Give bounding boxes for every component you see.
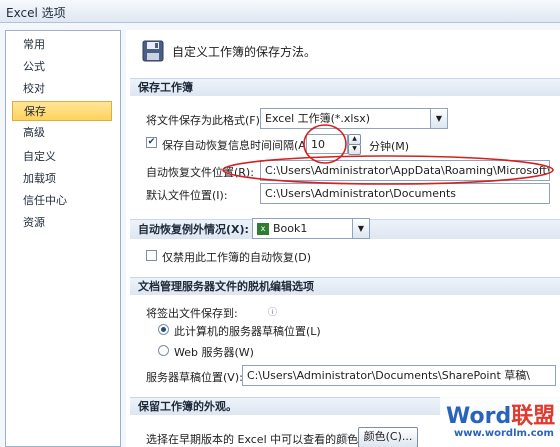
excel-workbook-icon: x (257, 223, 269, 235)
radio-web-server[interactable] (158, 345, 169, 356)
exceptions-workbook-value: Book1 (273, 222, 308, 235)
section-offline-editing: 文档管理服务器文件的脱机编辑选项 (130, 277, 560, 295)
sidebar-item-trust-center[interactable]: 信任中心 (12, 191, 112, 211)
info-icon: ⓘ (268, 308, 278, 318)
exceptions-title: 自动恢复例外情况(X): (138, 223, 249, 236)
sidebar-item-proofing[interactable]: 校对 (12, 79, 112, 99)
watermark-brand-a: Word (446, 404, 512, 429)
sidebar-item-general[interactable]: 常用 (12, 35, 112, 55)
chevron-down-icon: ▼ (352, 219, 369, 238)
sidebar-item-resources[interactable]: 资源 (12, 213, 112, 233)
sidebar-item-addins[interactable]: 加载项 (12, 169, 112, 189)
sidebar-item-formulas[interactable]: 公式 (12, 57, 112, 77)
annotation-overlay (222, 124, 554, 185)
drafts-location-label: 服务器草稿位置(V): (146, 371, 243, 384)
drafts-location-input[interactable]: C:\Users\Administrator\Documents\SharePo… (242, 365, 556, 386)
disable-autorecover-checkbox[interactable] (146, 250, 157, 261)
radio-web-server-label: Web 服务器(W) (174, 346, 254, 359)
radio-local-drafts-label: 此计算机的服务器草稿位置(L) (174, 325, 321, 338)
exceptions-workbook-select[interactable]: x Book1 ▼ (252, 218, 370, 239)
title-bar: Excel 选项 (0, 0, 560, 23)
save-checked-out-label: 将签出文件保存到: (146, 307, 238, 320)
disable-autorecover-label: 仅禁用此工作簿的自动恢复(D) (162, 251, 312, 264)
colors-button[interactable]: 颜色(C)... (358, 427, 418, 447)
info-icon: ⓘ (340, 434, 350, 444)
options-content: 自定义工作簿的保存方法。 保存工作簿 将文件保存为此格式(F): Excel 工… (126, 30, 560, 447)
radio-local-drafts[interactable] (158, 324, 169, 335)
wordlm-watermark: Word联盟 www.wordlm.com (440, 392, 560, 447)
sidebar-item-customize[interactable]: 自定义 (12, 147, 112, 167)
drafts-location-value: C:\Users\Administrator\Documents\SharePo… (247, 369, 530, 382)
options-sidebar: 常用 公式 校对 保存 高级 自定义 加载项 信任中心 资源 (5, 30, 121, 447)
watermark-url: www.wordlm.com (454, 428, 554, 439)
sidebar-item-save[interactable]: 保存 (12, 101, 112, 121)
window-title: Excel 选项 (6, 6, 66, 20)
colors-label: 选择在早期版本的 Excel 中可以查看的颜色: (146, 433, 362, 446)
location-highlight-circle (222, 155, 554, 185)
sidebar-item-advanced[interactable]: 高级 (12, 123, 112, 143)
watermark-brand-b: 联盟 (511, 404, 556, 429)
